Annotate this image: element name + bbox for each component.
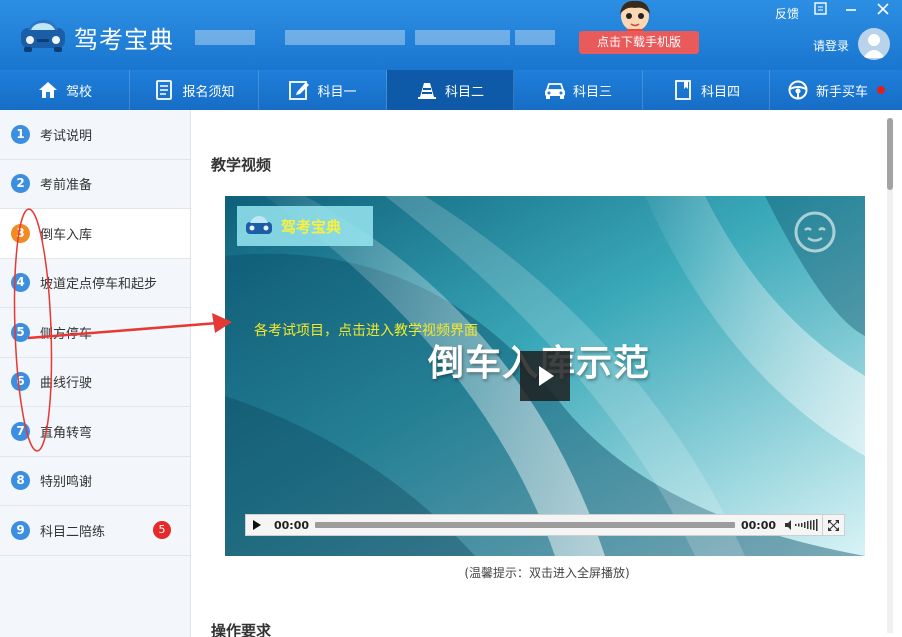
section-title-requirements: 操作要求	[211, 622, 272, 637]
current-time: 00:00	[274, 518, 310, 532]
duration-time: 00:00	[740, 518, 776, 532]
sidebar-item-curve-driving[interactable]: 6 曲线行驶	[0, 358, 190, 407]
item-number: 4	[11, 273, 30, 293]
sidebar-item-practice-partner[interactable]: 9 科目二陪练 5	[0, 506, 190, 556]
sidebar-item-reverse-parking[interactable]: 3 倒车入库	[0, 209, 190, 259]
tab-subject-three[interactable]: 科目三	[514, 70, 643, 110]
tab-subject-one[interactable]: 科目一	[259, 70, 387, 110]
mascot-icon	[620, 0, 650, 34]
feedback-link[interactable]: 反馈	[775, 5, 799, 22]
avatar-icon[interactable]	[858, 28, 890, 60]
play-button[interactable]	[520, 351, 570, 401]
video-player[interactable]: 驾考宝典 倒车入库示范 00:00 00:00	[225, 196, 865, 556]
tab-subject-four[interactable]: 科目四	[643, 70, 770, 110]
item-label: 特别鸣谢	[40, 475, 93, 491]
blurred-text	[195, 30, 255, 45]
volume-control[interactable]	[782, 515, 822, 535]
car-icon	[544, 83, 565, 99]
video-controls: 00:00 00:00	[245, 514, 845, 536]
item-label: 侧方停车	[40, 326, 93, 342]
main-nav: 驾校 报名须知 科目一 科目二 科目三 科目四 新手买车	[0, 70, 902, 110]
new-dot-badge	[877, 86, 885, 94]
item-number: 7	[11, 421, 30, 441]
minimize-icon[interactable]	[840, 2, 862, 20]
tab-subject-two[interactable]: 科目二	[387, 70, 514, 110]
car-logo-icon	[246, 216, 272, 234]
item-number: 5	[11, 322, 30, 342]
edit-icon	[289, 81, 310, 100]
sidebar-item-acknowledgements[interactable]: 8 特别鸣谢	[0, 457, 190, 506]
video-logo-text: 驾考宝典	[281, 217, 342, 236]
seek-bar[interactable]	[315, 522, 735, 528]
steering-wheel-icon	[788, 80, 808, 100]
item-label: 倒车入库	[40, 227, 93, 243]
school-icon	[38, 82, 57, 98]
app-window: 驾考宝典 点击下载手机版 反馈 请登录 驾校 报名须知 科目一 科目二 科目三 …	[0, 0, 902, 637]
tab-label: 科目三	[572, 84, 612, 100]
item-label: 科目二陪练	[40, 524, 106, 540]
tab-label: 科目四	[700, 84, 740, 100]
tab-registration-guide[interactable]: 报名须知	[130, 70, 259, 110]
sidebar-item-parallel-parking[interactable]: 5 侧方停车	[0, 308, 190, 358]
item-label: 坡道定点停车和起步	[40, 277, 158, 293]
fullscreen-button[interactable]	[822, 515, 844, 535]
tab-label: 驾校	[65, 84, 92, 100]
fullscreen-hint: (温馨提示：双击进入全屏播放)	[464, 566, 630, 580]
sidebar-item-preparation[interactable]: 2 考前准备	[0, 160, 190, 209]
download-mobile-button[interactable]: 点击下载手机版	[579, 31, 699, 54]
annotation-caption: 各考试项目，点击进入教学视频界面	[254, 323, 478, 339]
blurred-text	[515, 30, 555, 45]
document-icon	[156, 80, 173, 100]
book-icon	[675, 80, 691, 100]
item-label: 考试说明	[40, 128, 93, 144]
item-label: 考前准备	[40, 178, 93, 194]
sidebar-item-hill-start[interactable]: 4 坡道定点停车和起步	[0, 259, 190, 308]
sidebar-item-right-angle-turn[interactable]: 7 直角转弯	[0, 407, 190, 457]
title-bar: 驾考宝典 点击下载手机版 反馈 请登录	[0, 0, 902, 70]
smiley-face-icon	[794, 211, 836, 253]
play-icon	[539, 366, 554, 386]
play-icon	[253, 520, 261, 530]
item-number: 2	[11, 174, 30, 194]
car-logo-icon	[21, 20, 65, 52]
blurred-text	[415, 30, 510, 45]
tab-buy-car[interactable]: 新手买车	[770, 70, 902, 110]
volume-icon	[785, 519, 818, 531]
sidebar: 1 考试说明 2 考前准备 3 倒车入库 4 坡道定点停车和起步 5 侧方停车 …	[0, 110, 191, 637]
sidebar-item-exam-description[interactable]: 1 考试说明	[0, 110, 190, 160]
tab-label: 科目二	[444, 84, 484, 100]
login-link[interactable]: 请登录	[813, 37, 849, 54]
scrollbar[interactable]	[887, 118, 893, 633]
blurred-text	[285, 30, 405, 45]
item-number: 3	[11, 223, 30, 243]
control-play-button[interactable]	[246, 515, 268, 535]
scrollbar-thumb[interactable]	[887, 118, 893, 190]
item-number: 9	[11, 520, 30, 540]
tab-driving-school[interactable]: 驾校	[0, 70, 130, 110]
item-number: 1	[11, 124, 30, 144]
section-title-video: 教学视频	[211, 156, 272, 174]
tab-label: 科目一	[317, 84, 357, 100]
item-label: 直角转弯	[40, 425, 93, 441]
cone-icon	[417, 83, 436, 99]
item-number: 6	[11, 372, 30, 392]
fullscreen-icon	[828, 519, 839, 531]
app-title: 驾考宝典	[74, 26, 174, 54]
skin-icon[interactable]	[810, 2, 832, 20]
content-panel: 教学视频 驾考宝典 00:00 00:00 (温馨提示：双击进入全屏播放) 操作…	[192, 110, 902, 637]
video-watermark-logo: 驾考宝典	[237, 206, 373, 246]
count-badge: 5	[153, 521, 171, 540]
tab-label: 报名须知	[182, 84, 235, 100]
item-number: 8	[11, 471, 30, 491]
tab-label: 新手买车	[815, 84, 868, 100]
item-label: 曲线行驶	[40, 376, 93, 392]
close-icon[interactable]	[872, 2, 894, 20]
